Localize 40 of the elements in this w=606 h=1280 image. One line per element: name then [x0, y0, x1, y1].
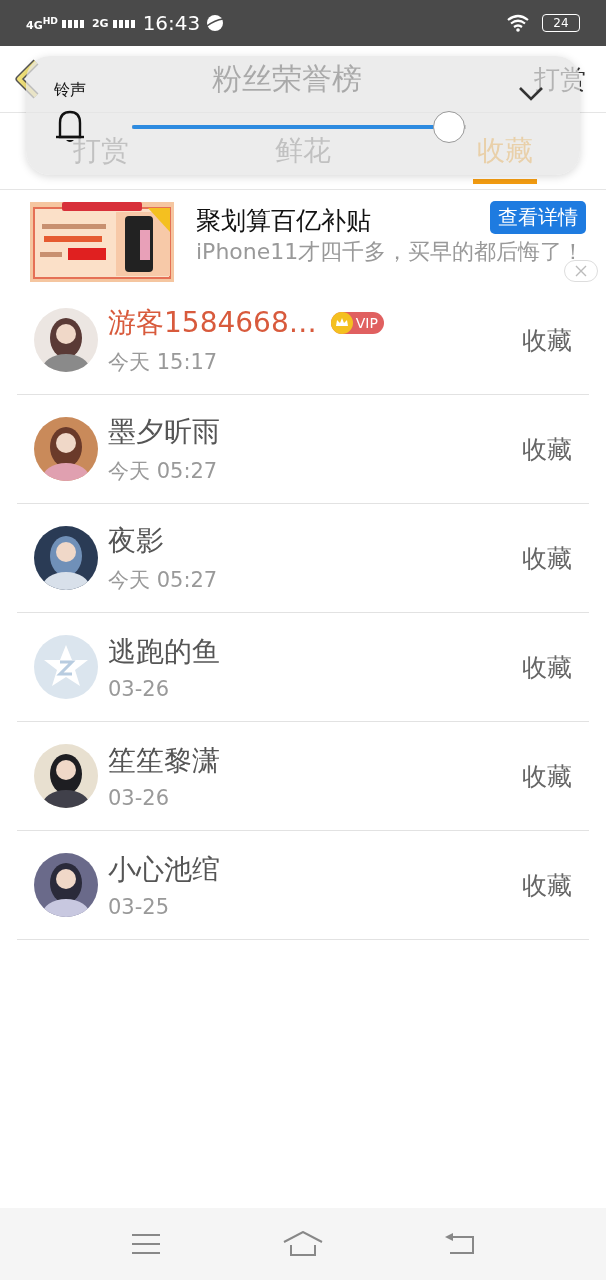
fan-name: 逃跑的鱼 [108, 634, 220, 670]
fan-time: 今天 05:27 [108, 458, 219, 485]
battery-icon: 24 [542, 14, 580, 32]
volume-title: 铃声 [54, 80, 86, 99]
network-label: 2G [91, 16, 109, 30]
ad-description: iPhone11才四千多，买早的都后悔了！ [196, 238, 586, 266]
vip-label: VIP [355, 315, 378, 331]
gift-type: 收藏 [522, 433, 572, 466]
fan-name: 夜影 [108, 523, 164, 559]
status-time: 16:43 [142, 11, 201, 35]
slider-thumb[interactable] [433, 111, 466, 143]
planet-icon [206, 14, 225, 32]
menu-icon[interactable] [131, 1232, 161, 1256]
fan-time: 今天 05:27 [108, 567, 219, 594]
fan-name: 笙笙黎潇 [108, 743, 220, 779]
home-icon[interactable] [283, 1231, 323, 1257]
fan-time: 今天 15:17 [108, 349, 219, 376]
gift-type: 收藏 [522, 542, 572, 575]
details-button[interactable]: 查看详情 [490, 201, 586, 234]
fan-name: 墨夕昕雨 [108, 414, 220, 450]
back-icon[interactable] [445, 1232, 475, 1256]
gift-type: 收藏 [522, 324, 572, 357]
fan-name: 游客1584668… [108, 305, 317, 341]
page-title: 粉丝荣誉榜 [212, 59, 362, 98]
gift-type: 收藏 [522, 651, 572, 684]
ad-title: 聚划算百亿补贴 [196, 205, 371, 237]
close-icon[interactable] [564, 260, 598, 282]
wifi-icon [506, 14, 530, 32]
tab[interactable]: 收藏 [404, 113, 606, 189]
crown-icon [330, 312, 353, 334]
signal-icon [112, 18, 135, 28]
fan-time: 03-26 [108, 786, 171, 810]
gift-type: 收藏 [522, 760, 572, 793]
gift-type: 收藏 [522, 869, 572, 902]
fan-name: 小心池绾 [108, 852, 220, 888]
default-avatar-icon [34, 635, 98, 699]
network-label: 4G$^{HD}$ [26, 14, 58, 32]
fan-time: 03-26 [108, 677, 171, 701]
signal-icon [61, 18, 84, 28]
fan-time: 03-25 [108, 895, 171, 919]
